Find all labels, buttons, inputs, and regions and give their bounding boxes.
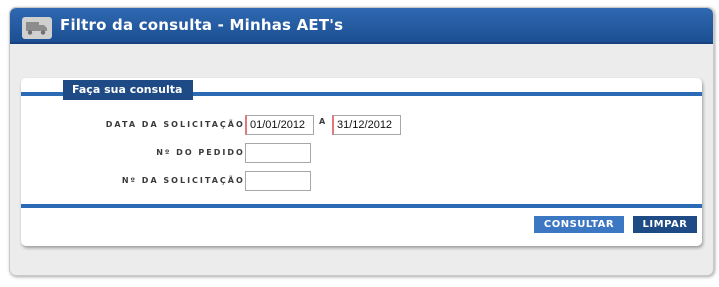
panel-title: Faça sua consulta: [63, 80, 193, 100]
consultar-button[interactable]: CONSULTAR: [534, 216, 624, 233]
date-to-input[interactable]: 31/12/2012: [332, 115, 401, 135]
truck-icon: [22, 17, 52, 39]
range-separator: A: [319, 117, 326, 126]
query-panel: Faça sua consulta DATA DA SOLICITAÇÃO: 0…: [21, 78, 702, 246]
data-solicitacao-label: DATA DA SOLICITAÇÃO:: [105, 120, 250, 129]
page-title: Filtro da consulta - Minhas AET's: [60, 16, 344, 34]
panel-bottom-divider: [21, 204, 702, 208]
solicitacao-label: Nº DA SOLICITAÇÃO:: [121, 176, 250, 185]
limpar-button[interactable]: LIMPAR: [633, 216, 697, 233]
pedido-input[interactable]: [245, 143, 311, 163]
window-header: Filtro da consulta - Minhas AET's: [10, 8, 713, 44]
date-from-input[interactable]: 01/01/2012: [245, 115, 314, 135]
solicitacao-input[interactable]: [245, 171, 311, 191]
filter-window: Filtro da consulta - Minhas AET's Faça s…: [9, 7, 714, 276]
pedido-label: Nº DO PEDIDO:: [156, 148, 250, 157]
